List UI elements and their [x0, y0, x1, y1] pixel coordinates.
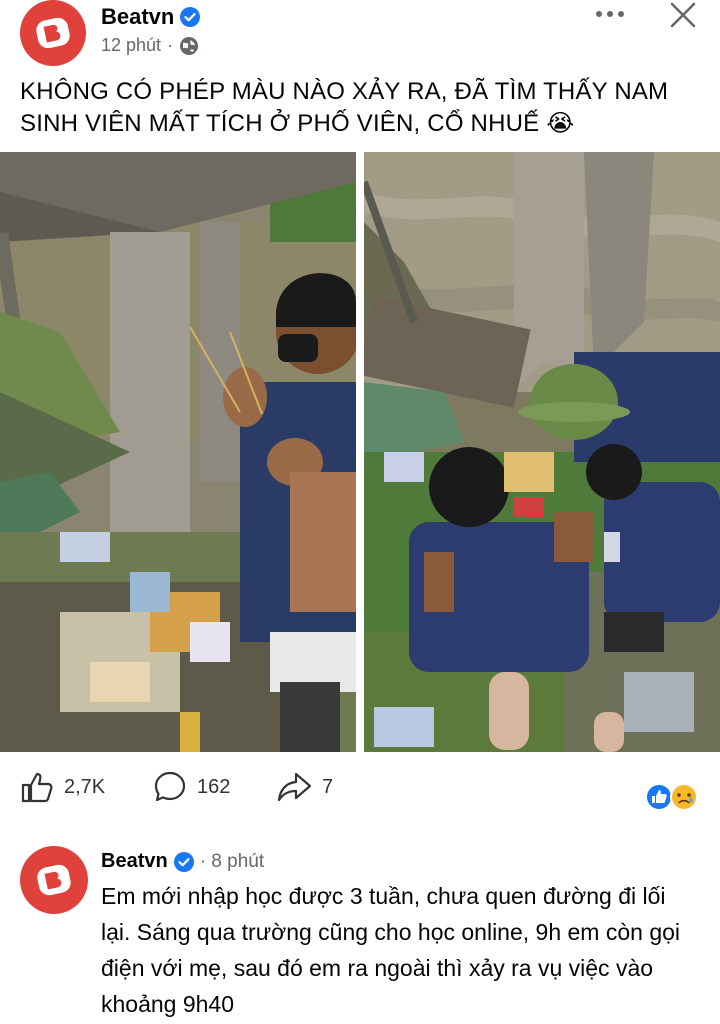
thumbs-up-icon — [21, 772, 53, 803]
avatar[interactable] — [20, 0, 86, 66]
comment-header: Beatvn · 8 phút — [101, 850, 264, 873]
comment-button[interactable]: 162 — [153, 770, 230, 804]
comment-avatar[interactable] — [20, 846, 88, 914]
photo-left-image — [0, 152, 356, 752]
share-count[interactable]: 7 — [322, 776, 333, 799]
photo-right-image — [364, 152, 720, 752]
comment-text: Em mới nhập học được 3 tuần, chưa quen đ… — [101, 883, 681, 1017]
post-header: Beatvn 12 phút · — [0, 0, 720, 72]
more-dots-icon — [596, 11, 624, 17]
verified-icon — [180, 7, 201, 27]
beatvn-logo-icon — [37, 864, 71, 896]
photo-left[interactable] — [0, 152, 356, 752]
share-arrow-icon — [277, 772, 312, 802]
photo-right[interactable] — [364, 152, 720, 752]
globe-icon — [180, 36, 199, 55]
verified-icon — [173, 851, 194, 872]
post-time[interactable]: 12 phút — [101, 35, 161, 56]
comment-count[interactable]: 162 — [197, 776, 230, 799]
like-button[interactable]: 2,7K — [20, 770, 105, 804]
more-options-button[interactable] — [592, 4, 628, 24]
page-name[interactable]: Beatvn — [101, 4, 201, 30]
sad-reaction-icon — [670, 783, 698, 811]
post-text: KHÔNG CÓ PHÉP MÀU NÀO XẢY RA, ĐÃ TÌM THẤ… — [20, 78, 669, 137]
reactions-icons — [645, 783, 698, 811]
action-bar: 2,7K 162 7 — [0, 770, 720, 810]
reactions-summary[interactable] — [644, 782, 702, 812]
author-name[interactable]: Beatvn — [101, 4, 174, 30]
share-button[interactable]: 7 — [276, 770, 333, 804]
comment-time[interactable]: · 8 phút — [200, 851, 264, 873]
beatvn-logo-icon — [36, 17, 70, 49]
close-button[interactable] — [668, 0, 698, 30]
post-meta: 12 phút · — [101, 35, 199, 56]
comment-author-name[interactable]: Beatvn — [101, 850, 168, 873]
separator: · — [167, 35, 174, 55]
close-icon — [670, 2, 696, 28]
like-count[interactable]: 2,7K — [64, 776, 105, 799]
comment-bubble-icon — [154, 771, 186, 802]
